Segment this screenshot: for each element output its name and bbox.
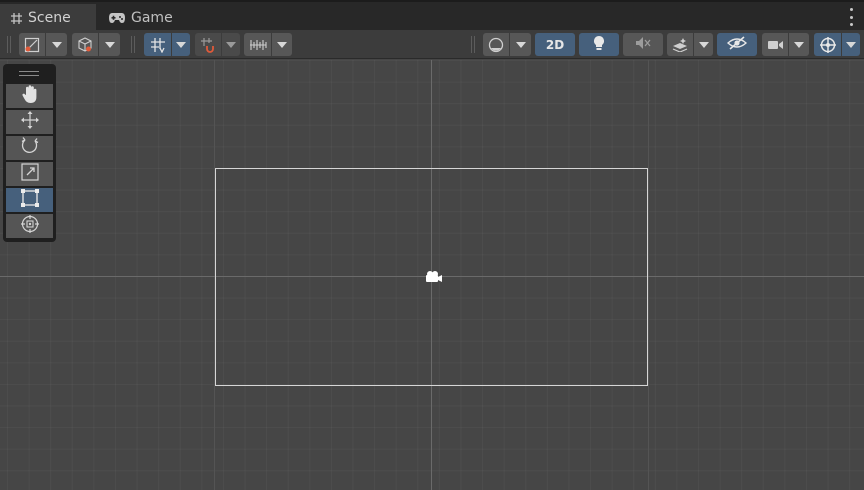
rect-tool-button[interactable] xyxy=(6,188,53,212)
draw-mode-dropdown[interactable] xyxy=(19,33,67,56)
magnet-snap-icon xyxy=(195,33,221,56)
rotate-icon xyxy=(20,136,40,160)
scene-lighting-button[interactable] xyxy=(579,33,619,56)
chevron-down-icon xyxy=(271,33,292,56)
sphere-shading-icon xyxy=(483,33,509,56)
scale-icon xyxy=(20,162,40,186)
toolbar-grip[interactable] xyxy=(471,36,475,53)
scene-view-window: Scene Game 2D xyxy=(0,0,864,490)
chevron-down-icon xyxy=(98,33,120,56)
move-arrows-icon xyxy=(20,110,40,134)
gizmos-globe-icon xyxy=(814,33,841,56)
scene-viewport[interactable] xyxy=(0,60,864,490)
lightbulb-icon xyxy=(592,35,606,55)
grid-hash-icon xyxy=(10,12,23,25)
chevron-down-icon xyxy=(509,33,531,56)
grid-snap-icon xyxy=(144,33,171,56)
hand-tool-button[interactable] xyxy=(6,84,53,108)
scene-camera-dropdown[interactable] xyxy=(762,33,809,56)
tools-overlay xyxy=(3,64,56,242)
chevron-down-icon xyxy=(841,33,860,56)
scene-effects-dropdown[interactable] xyxy=(667,33,713,56)
ruler-icon xyxy=(244,33,271,56)
chevron-down-icon xyxy=(788,33,809,56)
scale-tool-button[interactable] xyxy=(6,162,53,186)
toolbar-grip[interactable] xyxy=(7,36,11,53)
tab-bar: Scene Game xyxy=(0,0,864,32)
layers-effects-icon xyxy=(667,33,693,56)
eye-hidden-icon xyxy=(726,35,748,54)
shading-mode-dropdown[interactable] xyxy=(483,33,531,56)
tab-scene[interactable]: Scene xyxy=(0,4,96,32)
grid-snapping-dropdown[interactable] xyxy=(144,33,190,56)
video-camera-icon xyxy=(762,33,788,56)
scene-audio-button[interactable] xyxy=(623,33,663,56)
tab-game-label: Game xyxy=(131,10,173,26)
tab-game[interactable]: Game xyxy=(104,4,194,32)
tab-scene-label: Scene xyxy=(28,10,71,26)
toolbar-grip[interactable] xyxy=(131,36,135,53)
speaker-muted-icon xyxy=(635,35,651,54)
rect-transform-icon xyxy=(20,188,40,212)
chevron-down-icon xyxy=(45,33,67,56)
move-tool-button[interactable] xyxy=(6,110,53,134)
scene-visibility-button[interactable] xyxy=(717,33,757,56)
camera-gizmo-icon[interactable] xyxy=(423,269,443,289)
scene-toolbar: 2D xyxy=(0,30,864,59)
more-options-icon[interactable] xyxy=(848,8,854,26)
transform-tool-button[interactable] xyxy=(6,214,53,238)
gamepad-icon xyxy=(108,12,126,24)
rotate-tool-button[interactable] xyxy=(6,136,53,160)
draw-mode-icon xyxy=(19,33,45,56)
hand-icon xyxy=(21,84,39,108)
object-gizmo-dropdown[interactable] xyxy=(72,33,120,56)
toggle-2d-label: 2D xyxy=(545,37,565,52)
chevron-down-icon xyxy=(221,33,240,56)
ruler-dropdown[interactable] xyxy=(244,33,292,56)
chevron-down-icon xyxy=(171,33,190,56)
cube-icon xyxy=(72,33,98,56)
gizmos-dropdown[interactable] xyxy=(814,33,860,56)
chevron-down-icon xyxy=(693,33,713,56)
grid-major-line xyxy=(648,60,649,490)
transform-combo-icon xyxy=(20,214,40,238)
toggle-2d-button[interactable]: 2D xyxy=(535,33,575,56)
increment-snap-dropdown[interactable] xyxy=(195,33,240,56)
overlay-drag-handle[interactable] xyxy=(19,71,39,76)
